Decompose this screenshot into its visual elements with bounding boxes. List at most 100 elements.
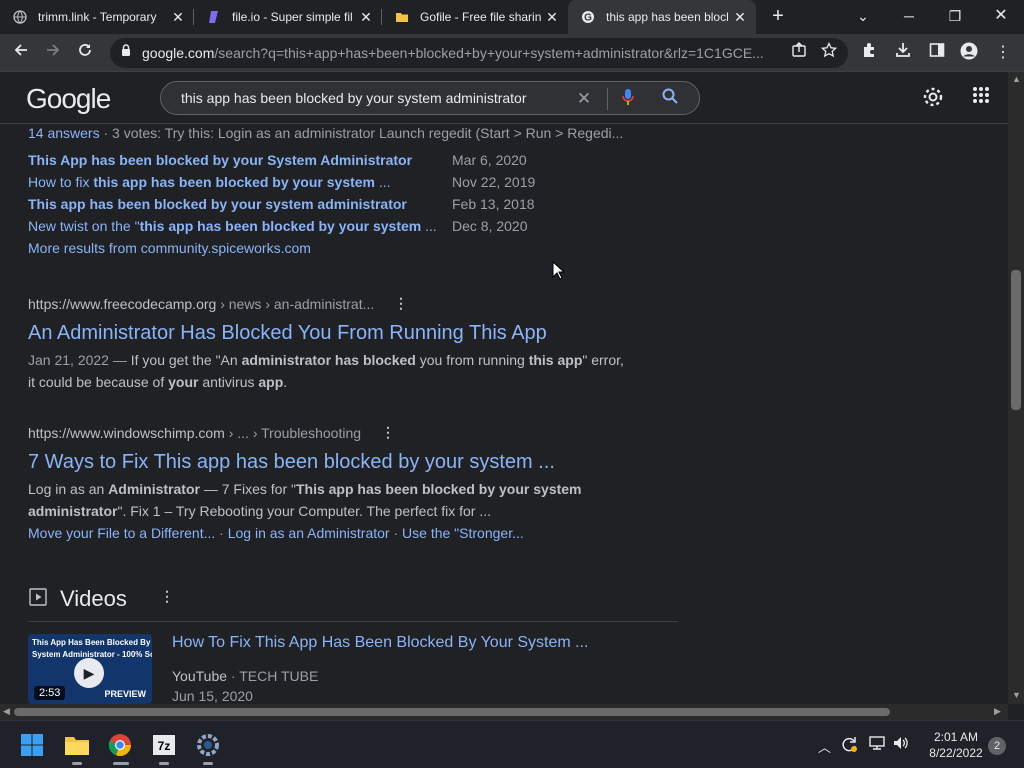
tab-title: this app has been block [606, 10, 728, 24]
result-title-link[interactable]: An Administrator Has Blocked You From Ru… [28, 322, 547, 345]
related-link-1[interactable]: This App has been blocked by your System… [28, 152, 412, 168]
result-breadcrumb[interactable]: https://www.freecodecamp.org › news › an… [28, 296, 374, 312]
show-hidden-icons-icon[interactable]: ︿ [818, 737, 831, 756]
notification-badge[interactable]: 2 [988, 737, 1006, 755]
sync-icon[interactable] [840, 735, 858, 756]
divider [28, 621, 678, 622]
forward-icon[interactable] [42, 42, 64, 64]
tab-gofile[interactable]: Gofile - Free file sharin ✕ [382, 0, 568, 34]
tab-trimm[interactable]: trimm.link - Temporary ✕ [0, 0, 194, 34]
reload-icon[interactable] [74, 42, 96, 64]
answers-count-link[interactable]: 14 answers [28, 125, 100, 141]
result-snippet-line2: administrator". Fix 1 – Try Rebooting yo… [28, 503, 492, 519]
file-explorer-icon[interactable] [61, 729, 93, 761]
more-results-link[interactable]: More results from community.spiceworks.c… [28, 240, 311, 256]
result-title-link[interactable]: 7 Ways to Fix This app has been blocked … [28, 451, 555, 474]
globe-icon [12, 9, 28, 25]
system-clock[interactable]: 2:01 AM 8/22/2022 [920, 729, 992, 761]
sitelinks: Move your File to a Different... · Log i… [28, 525, 524, 541]
settings-gear-icon[interactable] [922, 86, 944, 108]
tab-title: file.io - Super simple fil [232, 10, 353, 24]
network-icon[interactable] [868, 735, 886, 754]
related-link-2[interactable]: How to fix this app has been blocked by … [28, 174, 391, 190]
close-tab-icon[interactable]: ✕ [732, 9, 748, 25]
close-tab-icon[interactable]: ✕ [170, 9, 186, 25]
video-section-icon [29, 588, 47, 606]
thumbnail-title-line1: This App Has Been Blocked By [32, 638, 151, 647]
sitelink[interactable]: Move your File to a Different... [28, 525, 215, 541]
video-date: Jun 15, 2020 [172, 688, 253, 704]
microphone-icon[interactable] [617, 88, 639, 110]
7zip-icon[interactable]: 7z [148, 729, 180, 761]
result-menu-icon[interactable]: ⋮ [381, 424, 395, 441]
lock-icon[interactable] [118, 44, 134, 62]
search-box[interactable]: this app has been blocked by your system… [160, 81, 700, 115]
scroll-down-arrow[interactable]: ▼ [1012, 690, 1021, 700]
gofile-icon [394, 9, 410, 25]
minimize-button[interactable]: ─ [894, 4, 924, 28]
scroll-left-arrow[interactable]: ◀ [3, 706, 10, 717]
result-snippet-line2: it could be because of your antivirus ap… [28, 374, 288, 390]
tab-fileio[interactable]: file.io - Super simple fil ✕ [194, 0, 382, 34]
video-thumbnail[interactable]: This App Has Been Blocked By System Admi… [28, 634, 152, 704]
google-icon: G [580, 9, 596, 25]
svg-text:7z: 7z [158, 739, 171, 753]
sitelink[interactable]: Log in as an Administrator [228, 525, 390, 541]
vertical-scroll-thumb[interactable] [1011, 270, 1021, 410]
scroll-right-arrow[interactable]: ▶ [994, 706, 1001, 717]
related-date-4: Dec 8, 2020 [452, 218, 528, 234]
tab-search-icon[interactable]: ⌄ [848, 4, 878, 28]
mouse-cursor [552, 260, 566, 281]
scroll-up-arrow[interactable]: ▲ [1012, 74, 1021, 84]
settings-app-icon[interactable] [192, 729, 224, 761]
video-title-link[interactable]: How To Fix This App Has Been Blocked By … [172, 634, 589, 652]
related-date-1: Mar 6, 2020 [452, 152, 527, 168]
close-tab-icon[interactable]: ✕ [358, 9, 374, 25]
search-icon[interactable] [659, 88, 681, 110]
windows-start-icon[interactable] [16, 729, 48, 761]
video-source: YouTube · TECH TUBE [172, 668, 319, 684]
google-logo[interactable]: Google [26, 83, 111, 115]
svg-text:G: G [584, 13, 592, 24]
tab-google-search[interactable]: G this app has been block ✕ [568, 0, 756, 34]
profile-icon[interactable] [958, 42, 980, 64]
sitelink[interactable]: Use the "Stronger... [402, 525, 524, 541]
new-tab-button[interactable]: + [768, 6, 788, 26]
preview-label: PREVIEW [104, 689, 146, 699]
volume-icon[interactable] [892, 735, 910, 754]
search-input[interactable]: this app has been blocked by your system… [181, 90, 527, 106]
clock-time: 2:01 AM [933, 730, 979, 744]
bookmark-star-icon[interactable] [818, 41, 840, 64]
related-date-3: Feb 13, 2018 [452, 196, 535, 212]
horizontal-scrollbar[interactable]: ◀ ▶ [0, 704, 1008, 720]
url-text[interactable]: google.com/search?q=this+app+has+been+bl… [142, 45, 782, 61]
share-icon[interactable] [788, 42, 810, 64]
extensions-icon[interactable] [858, 42, 880, 64]
vertical-scrollbar[interactable]: ▲ ▼ [1008, 72, 1024, 704]
download-icon[interactable] [892, 42, 914, 64]
related-link-3[interactable]: This app has been blocked by your system… [28, 196, 407, 212]
menu-kebab-icon[interactable]: ⋮ [992, 42, 1014, 64]
tab-strip: trimm.link - Temporary ✕ file.io - Super… [0, 0, 1024, 34]
play-icon[interactable]: ▶ [74, 658, 104, 688]
related-link-4[interactable]: New twist on the "this app has been bloc… [28, 218, 437, 234]
address-bar[interactable]: google.com/search?q=this+app+has+been+bl… [110, 38, 848, 68]
chrome-icon[interactable] [104, 729, 136, 761]
windows-taskbar: 7z ︿ 2:01 AM 8/22/2022 2 [0, 720, 1024, 768]
search-results: 14 answers · 3 votes: Try this: Login as… [0, 124, 1008, 704]
clear-search-icon[interactable]: ✕ [573, 88, 595, 110]
close-tab-icon[interactable]: ✕ [544, 9, 560, 25]
back-icon[interactable] [10, 42, 32, 64]
related-date-2: Nov 22, 2019 [452, 174, 536, 190]
result-breadcrumb[interactable]: https://www.windowschimp.com › ... › Tro… [28, 425, 361, 441]
result-menu-icon[interactable]: ⋮ [394, 295, 408, 312]
apps-grid-icon[interactable] [970, 86, 992, 108]
horizontal-scroll-thumb[interactable] [14, 708, 890, 716]
restore-button[interactable]: ❐ [940, 4, 970, 28]
browser-toolbar: google.com/search?q=this+app+has+been+bl… [0, 34, 1024, 72]
videos-menu-icon[interactable]: ⋮ [160, 588, 174, 605]
close-window-button[interactable]: ✕ [986, 4, 1016, 28]
side-panel-icon[interactable] [926, 42, 948, 64]
result-snippet: Jan 21, 2022 — If you get the "An admini… [28, 352, 624, 368]
fileio-icon [206, 9, 222, 25]
